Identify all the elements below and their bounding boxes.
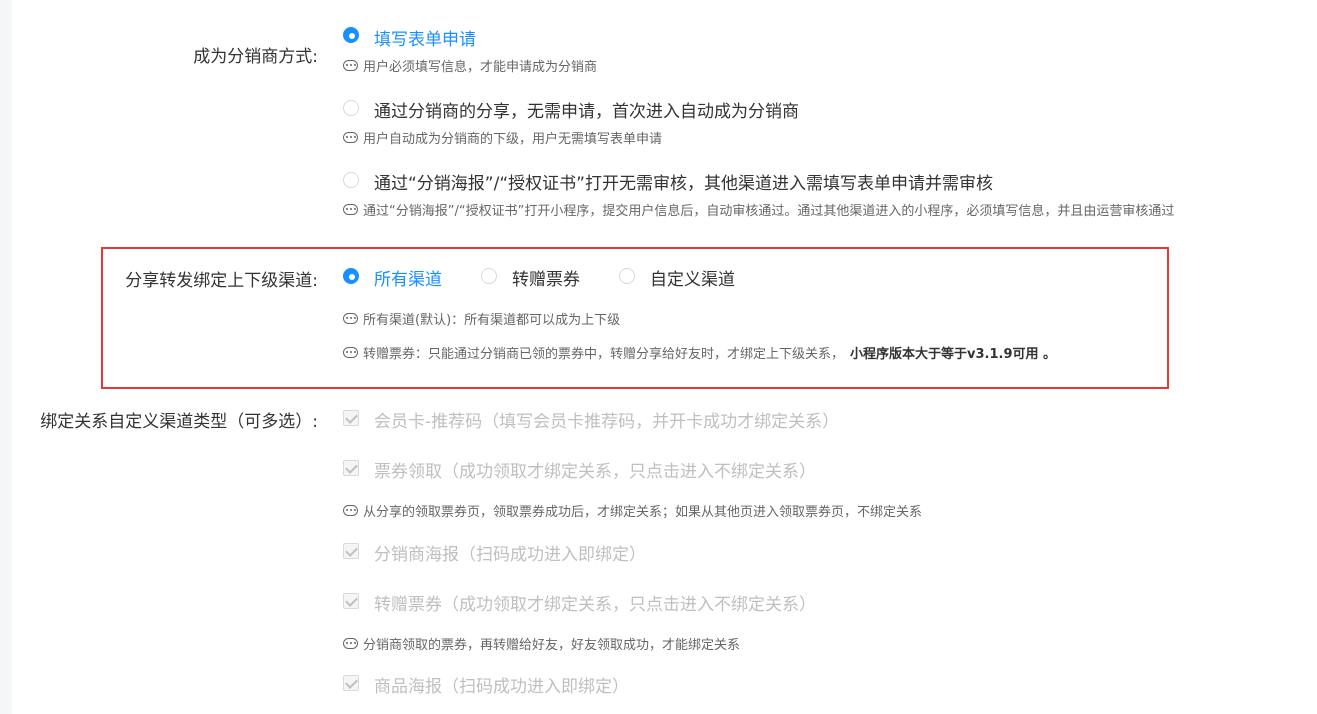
hint-text: 用户必须填写信息，才能申请成为分销商 (363, 60, 598, 75)
method-option-2-radio[interactable] (343, 100, 359, 116)
custom-label: 绑定关系自定义渠道类型（可多选）: (40, 412, 318, 432)
channel-transfer-label[interactable]: 转赠票券 (512, 265, 580, 290)
info-bubble-icon (343, 60, 358, 71)
hint-text: 分销商领取的票券，再转赠给好友，好友领取成功，才能绑定关系 (363, 638, 741, 653)
method-label: 成为分销商方式: (193, 47, 318, 67)
custom-ticket-claim-checkbox[interactable] (343, 460, 359, 476)
channel-transfer-radio[interactable] (481, 268, 497, 284)
info-bubble-icon (343, 132, 358, 143)
custom-ticket-transfer-hint: 分销商领取的票券，再转赠给好友，好友领取成功，才能绑定关系 (343, 634, 740, 653)
custom-product-poster-label[interactable]: 商品海报（扫码成功进入即绑定） (374, 672, 629, 697)
info-bubble-icon (343, 638, 358, 649)
custom-distributor-poster-label[interactable]: 分销商海报（扫码成功进入即绑定） (374, 540, 646, 565)
channel-all-radio[interactable] (343, 268, 359, 284)
info-bubble-icon (343, 505, 358, 516)
method-option-3-radio[interactable] (343, 172, 359, 188)
info-bubble-icon (343, 313, 358, 324)
custom-ticket-claim-label[interactable]: 票券领取（成功领取才绑定关系，只点击进入不绑定关系） (374, 457, 816, 482)
channel-all-label[interactable]: 所有渠道 (374, 265, 442, 290)
custom-product-poster-checkbox[interactable] (343, 675, 359, 691)
version-note: 小程序版本大于等于v3.1.9可用 。 (850, 347, 1057, 362)
custom-distributor-poster-checkbox[interactable] (343, 543, 359, 559)
left-gutter (0, 0, 12, 714)
custom-ticket-transfer-checkbox[interactable] (343, 593, 359, 609)
channel-custom-radio[interactable] (619, 268, 635, 284)
hint-text: 从分享的领取票券页，领取票券成功后，才绑定关系；如果从其他页进入领取票券页，不绑… (363, 505, 923, 520)
method-option-2-label[interactable]: 通过分销商的分享，无需申请，首次进入自动成为分销商 (374, 97, 799, 122)
channel-label: 分享转发绑定上下级渠道: (125, 271, 318, 291)
hint-text: 所有渠道(默认)：所有渠道都可以成为上下级 (363, 313, 621, 328)
channel-hint-transfer: 转赠票券：只能通过分销商已领的票券中，转赠分享给好友时，才绑定上下级关系， 小程… (343, 343, 1056, 362)
custom-ticket-transfer-label[interactable]: 转赠票券（成功领取才绑定关系，只点击进入不绑定关系） (374, 590, 816, 615)
info-bubble-icon (343, 347, 358, 358)
method-option-1-radio[interactable] (343, 27, 359, 43)
method-option-3-label[interactable]: 通过“分销海报”/“授权证书”打开无需审核，其他渠道进入需填写表单申请并需审核 (374, 169, 993, 194)
channel-custom-label[interactable]: 自定义渠道 (650, 265, 735, 290)
hint-text: 转赠票券：只能通过分销商已领的票券中，转赠分享给好友时，才绑定上下级关系， (363, 347, 845, 362)
method-option-2-hint: 用户自动成为分销商的下级，用户无需填写表单申请 (343, 128, 662, 147)
custom-member-card-checkbox[interactable] (343, 410, 359, 426)
info-bubble-icon (343, 204, 358, 215)
custom-ticket-claim-hint: 从分享的领取票券页，领取票券成功后，才绑定关系；如果从其他页进入领取票券页，不绑… (343, 501, 922, 520)
method-option-3-hint: 通过“分销海报”/“授权证书”打开小程序，提交用户信息后，自动审核通过。通过其他… (343, 200, 1174, 219)
hint-text: 用户自动成为分销商的下级，用户无需填写表单申请 (363, 132, 663, 147)
custom-member-card-label[interactable]: 会员卡-推荐码（填写会员卡推荐码，并开卡成功才绑定关系） (374, 407, 839, 432)
method-option-1-hint: 用户必须填写信息，才能申请成为分销商 (343, 56, 597, 75)
method-option-1-label[interactable]: 填写表单申请 (374, 25, 476, 50)
hint-text: 通过“分销海报”/“授权证书”打开小程序，提交用户信息后，自动审核通过。通过其他… (363, 204, 1175, 219)
channel-hint-all: 所有渠道(默认)：所有渠道都可以成为上下级 (343, 309, 620, 328)
